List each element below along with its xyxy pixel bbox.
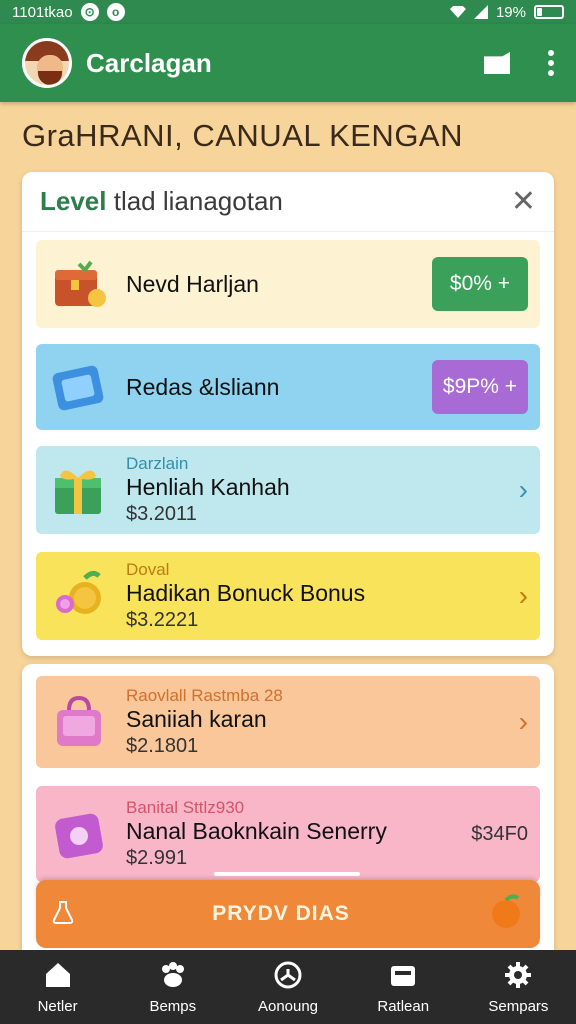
- chevron-right-icon[interactable]: ›: [519, 582, 528, 610]
- chevron-right-icon[interactable]: ›: [519, 708, 528, 736]
- battery-icon: [534, 5, 564, 19]
- item-title: Nevd Harljan: [126, 270, 259, 297]
- wifi-icon: [449, 6, 466, 18]
- status-time: 1101tkao: [12, 3, 73, 21]
- nav-label: Bemps: [149, 997, 197, 1015]
- item-price: $3.2221: [126, 609, 199, 631]
- gift-box-icon: [48, 461, 110, 519]
- panel-title: Level tlad lianagotan: [40, 186, 283, 217]
- list-item-6[interactable]: Banital Sttlz930 Nanal Baoknkain Senerry…: [36, 786, 540, 882]
- nav-item-ratlean[interactable]: Ratlean: [346, 950, 461, 1024]
- list-item-1[interactable]: Nevd Harljan $0% +: [36, 240, 540, 328]
- battery-percent: 19%: [495, 3, 526, 21]
- ticket-icon: [48, 358, 110, 416]
- nav-item-aonoung[interactable]: Aonoung: [230, 950, 345, 1024]
- item-category: Doval: [126, 560, 170, 579]
- notification-app-icon: o: [106, 3, 125, 21]
- shopping-bag-icon: [48, 693, 110, 751]
- item-price: $3.2011: [126, 503, 197, 525]
- nav-item-bemps[interactable]: Bemps: [115, 950, 230, 1024]
- orange-fruit-icon: [488, 893, 524, 935]
- close-icon[interactable]: ✕: [511, 186, 536, 217]
- level-panel: Level tlad lianagotan ✕ Nevd Harljan $0%…: [22, 172, 554, 656]
- primary-action-label: PRYDV DIAS: [212, 902, 350, 925]
- panel-header: Level tlad lianagotan ✕: [22, 172, 554, 232]
- bottom-navigation: Netler Bemps Aonoung Ratlean Sempars: [0, 950, 576, 1024]
- item-category: Banital Sttlz930: [126, 798, 245, 817]
- list-item-4[interactable]: Doval Hadikan Bonuck Bonus $3.2221 ›: [36, 552, 540, 640]
- avatar-beard: [38, 71, 62, 85]
- chevron-right-icon[interactable]: ›: [519, 476, 528, 504]
- item-title: Redas &lsliann: [126, 373, 280, 400]
- primary-action-button[interactable]: PRYDV DIAS: [36, 880, 540, 948]
- nav-label: Ratlean: [377, 997, 430, 1015]
- drag-handle[interactable]: [214, 872, 360, 876]
- item-title: Nanal Baoknkain Senerry: [126, 818, 387, 844]
- coins-icon: [48, 567, 110, 625]
- page-headline: GraHRANI, CANUAL KENGAN: [22, 118, 463, 153]
- nav-label: Sempars: [488, 997, 549, 1015]
- flask-icon: [52, 900, 74, 929]
- item-title: Hadikan Bonuck Bonus: [126, 580, 366, 606]
- buy-button[interactable]: $9P% +: [432, 360, 528, 414]
- panel-title-accent: Level: [40, 186, 107, 216]
- item-price: $2.1801: [126, 735, 199, 757]
- gem-box-icon: [48, 805, 110, 863]
- list-item-3[interactable]: Darzlain Henliah Kanhah $3.2011 ›: [36, 446, 540, 534]
- nav-label: Aonoung: [257, 997, 319, 1015]
- nav-item-home[interactable]: Netler: [0, 950, 115, 1024]
- treasure-chest-icon: [48, 255, 110, 313]
- nav-label: Netler: [37, 997, 78, 1015]
- nav-item-sempars[interactable]: Sempars: [461, 950, 576, 1024]
- item-title: Henliah Kanhah: [126, 474, 290, 500]
- flag-icon[interactable]: [484, 52, 510, 74]
- steering-wheel-icon: [274, 961, 302, 988]
- status-bar: 1101tkao ⊙ o 19%: [0, 0, 576, 24]
- paw-icon: [161, 961, 184, 987]
- item-price: $2.991: [126, 847, 188, 869]
- gear-icon: [505, 961, 532, 988]
- home-icon: [45, 962, 70, 987]
- item-title: Saniiah karan: [126, 706, 267, 732]
- list-item-5[interactable]: Raovlall Rastmba 28 Saniiah karan $2.180…: [36, 676, 540, 768]
- app-title: Carclagan: [86, 47, 212, 78]
- buy-button[interactable]: $0% +: [432, 257, 528, 311]
- list-item-2[interactable]: Redas &lsliann $9P% +: [36, 344, 540, 430]
- signal-icon: [473, 5, 488, 19]
- avatar[interactable]: [22, 38, 72, 88]
- panel-title-rest: tlad lianagotan: [106, 186, 283, 216]
- battery-level: [537, 8, 542, 16]
- wallet-icon: [391, 965, 416, 986]
- item-value: $34F0: [471, 823, 528, 845]
- item-category: Darzlain: [126, 454, 189, 473]
- more-vertical-icon[interactable]: [548, 50, 554, 76]
- notification-icon: ⊙: [80, 3, 99, 21]
- app-bar: Carclagan: [0, 24, 576, 102]
- item-category: Raovlall Rastmba 28: [126, 686, 283, 705]
